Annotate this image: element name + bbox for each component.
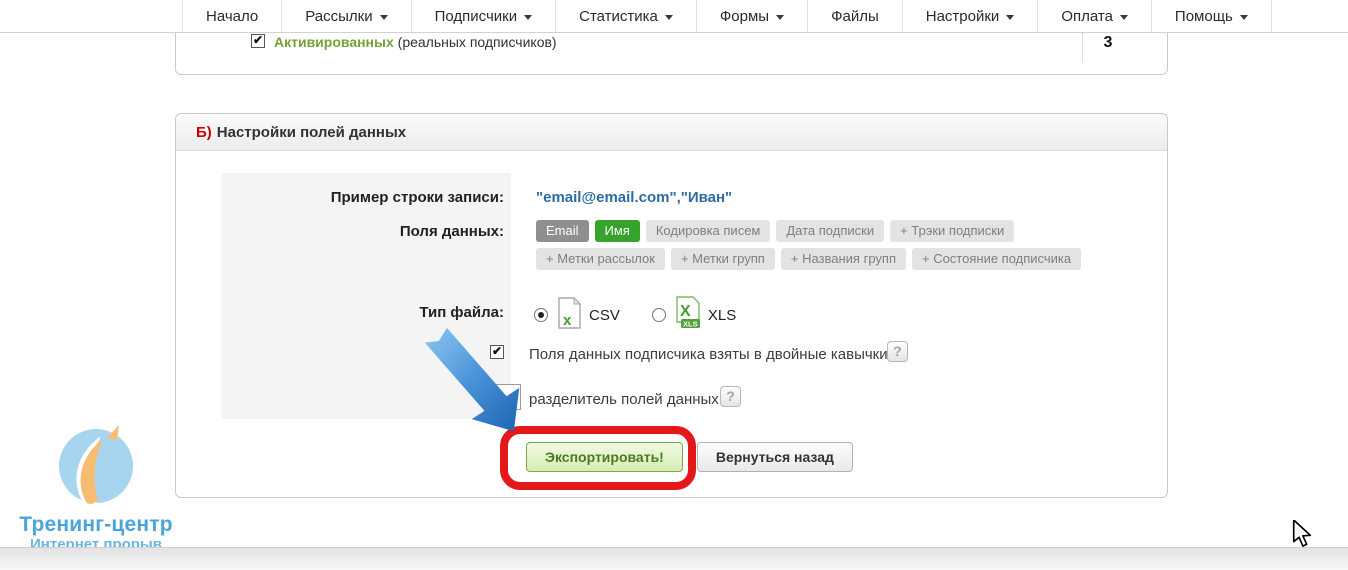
- tag-subscriber-state[interactable]: + Состояние подписчика: [911, 248, 1082, 270]
- nav-item-forms[interactable]: Формы: [697, 0, 809, 32]
- tag-group-labels[interactable]: + Метки групп: [670, 248, 775, 270]
- csv-file-icon: x: [556, 296, 583, 334]
- delimiter-label: разделитель полей данных: [529, 391, 719, 408]
- nav-label: Оплата: [1061, 7, 1113, 25]
- logo-title: Тренинг-центр: [19, 513, 173, 536]
- nav-item-mailings[interactable]: Рассылки: [282, 0, 412, 32]
- back-button[interactable]: Вернуться назад: [696, 442, 853, 472]
- export-button[interactable]: Экспортировать!: [526, 442, 683, 472]
- column-divider: [1082, 32, 1083, 62]
- nav-item-home[interactable]: Начало: [182, 0, 283, 32]
- svg-text:X: X: [680, 303, 691, 320]
- top-navigation: Начало Рассылки Подписчики Статистика Фо…: [0, 0, 1348, 33]
- tag-mailing-labels[interactable]: + Метки рассылок: [536, 248, 665, 270]
- nav-item-files[interactable]: Файлы: [808, 0, 903, 32]
- activated-checkbox[interactable]: [251, 33, 265, 48]
- activated-subscribers-row: Активированных (реальных подписчиков) 3: [176, 32, 1167, 62]
- tag-letter-encoding[interactable]: Кодировка писем: [645, 220, 771, 242]
- nav-label: Настройки: [925, 7, 1000, 25]
- activated-label-rest: (реальных подписчиков): [397, 34, 557, 50]
- label-column-background: [221, 173, 511, 419]
- chevron-down-icon: [1119, 14, 1128, 20]
- activated-count: 3: [1103, 34, 1113, 51]
- panel-title-prefix: Б): [196, 123, 212, 141]
- nav-label: Помощь: [1174, 7, 1233, 25]
- svg-text:XLS: XLS: [683, 320, 698, 329]
- nav-item-statistics[interactable]: Статистика: [556, 0, 697, 32]
- csv-radio[interactable]: [534, 308, 548, 322]
- activated-label-green: Активированных: [274, 34, 394, 50]
- chevron-down-icon: [664, 14, 673, 20]
- nav-label: Файлы: [831, 7, 879, 25]
- tag-group-names[interactable]: + Названия групп: [780, 248, 906, 270]
- site-logo: Тренинг-центр Интернет прорыв: [18, 424, 174, 553]
- nav-label: Подписчики: [434, 7, 518, 25]
- csv-option-label[interactable]: CSV: [589, 307, 620, 324]
- logo-globe-icon: [59, 425, 133, 506]
- chevron-down-icon: [379, 14, 388, 20]
- nav-item-subscribers[interactable]: Подписчики: [412, 0, 557, 32]
- data-field-tags-row-1: Email Имя Кодировка писем Дата подписки …: [536, 220, 1015, 242]
- delimiter-help-button[interactable]: ?: [720, 386, 741, 407]
- double-quotes-label: Поля данных подписчика взяты в двойные к…: [529, 346, 888, 363]
- data-field-tags-row-2: + Метки рассылок + Метки групп + Названи…: [536, 248, 1082, 270]
- example-row-value: "email@email.com","Иван": [536, 189, 733, 206]
- tag-subscription-tracks[interactable]: + Трэки подписки: [890, 220, 1015, 242]
- nav-label: Формы: [719, 7, 770, 25]
- nav-item-settings[interactable]: Настройки: [903, 0, 1039, 32]
- panel-title: Настройки полей данных: [216, 123, 407, 141]
- double-quotes-help-button[interactable]: ?: [887, 341, 908, 362]
- svg-text:x: x: [563, 312, 572, 329]
- delimiter-input[interactable]: [495, 384, 521, 410]
- page: Начало Рассылки Подписчики Статистика Фо…: [0, 0, 1348, 570]
- nav-label: Рассылки: [305, 7, 373, 25]
- filetype-row-label: Тип файла:: [419, 304, 504, 321]
- chevron-down-icon: [776, 14, 785, 20]
- fields-row-label: Поля данных:: [399, 223, 504, 240]
- nav-label: Начало: [206, 7, 259, 25]
- chevron-down-icon: [1006, 14, 1015, 20]
- tag-subscription-date[interactable]: Дата подписки: [776, 220, 885, 242]
- form-actions: Экспортировать! Вернуться назад: [526, 442, 853, 472]
- filetype-options: x CSV X XLS XLS: [534, 296, 736, 334]
- xls-option-label[interactable]: XLS: [708, 307, 736, 324]
- panel-header: Б) Настройки полей данных: [176, 114, 1167, 151]
- footer-bar: [0, 547, 1348, 570]
- xls-radio[interactable]: [651, 308, 666, 322]
- double-quotes-checkbox[interactable]: [490, 344, 504, 359]
- tag-email[interactable]: Email: [536, 220, 589, 242]
- tag-name[interactable]: Имя: [594, 220, 640, 242]
- activated-label: Активированных (реальных подписчиков): [274, 34, 557, 50]
- nav-item-help[interactable]: Помощь: [1152, 0, 1272, 32]
- example-row-label: Пример строки записи:: [330, 189, 504, 206]
- nav-label: Статистика: [579, 7, 658, 25]
- nav-item-payment[interactable]: Оплата: [1038, 0, 1152, 32]
- data-fields-settings-panel: Б) Настройки полей данных Пример строки …: [175, 113, 1168, 498]
- xls-file-icon: X XLS: [674, 296, 702, 334]
- chevron-down-icon: [524, 14, 533, 20]
- chevron-down-icon: [1239, 14, 1248, 20]
